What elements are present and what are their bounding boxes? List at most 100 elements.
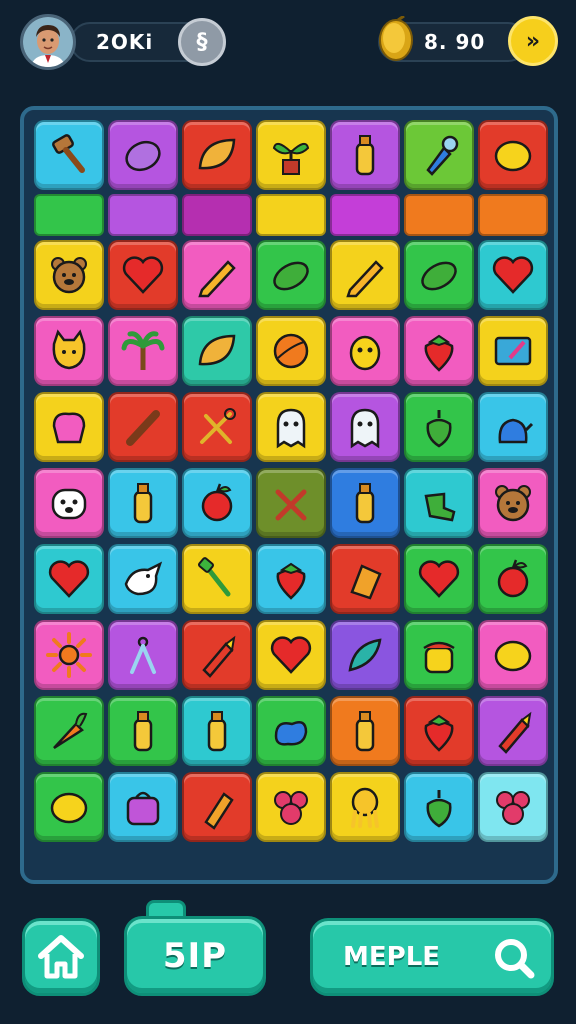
eggplant-icon: [125, 140, 161, 172]
apple-icon: [201, 483, 233, 522]
tile-strip: [108, 194, 178, 236]
brush-icon: [198, 557, 231, 597]
avatar[interactable]: [20, 14, 76, 70]
game-tile[interactable]: [108, 392, 178, 462]
game-tile[interactable]: [330, 772, 400, 842]
pot-icon: [423, 641, 455, 674]
game-tile[interactable]: [330, 392, 400, 462]
game-tile[interactable]: [182, 120, 252, 190]
game-tile[interactable]: [478, 468, 548, 538]
game-tile[interactable]: [404, 696, 474, 766]
game-tile[interactable]: [108, 240, 178, 310]
bottle-icon: [133, 711, 153, 752]
game-tile[interactable]: [108, 696, 178, 766]
game-tile[interactable]: [330, 620, 400, 690]
game-tile[interactable]: [182, 468, 252, 538]
game-tile[interactable]: [182, 240, 252, 310]
game-tile[interactable]: [256, 392, 326, 462]
lemon-icon: [494, 140, 532, 172]
game-tile[interactable]: [478, 392, 548, 462]
game-tile[interactable]: [182, 392, 252, 462]
ghost-icon: [276, 408, 306, 449]
yellow-badge-button[interactable]: »: [508, 16, 558, 66]
game-tile[interactable]: [182, 544, 252, 614]
game-tile[interactable]: [404, 392, 474, 462]
game-tile[interactable]: [256, 544, 326, 614]
game-tile[interactable]: [108, 620, 178, 690]
search-icon: [495, 939, 535, 979]
game-tile[interactable]: [108, 468, 178, 538]
game-tile[interactable]: [182, 772, 252, 842]
game-tile[interactable]: [34, 772, 104, 842]
avatar-face-icon: [23, 17, 73, 67]
game-tile[interactable]: [404, 620, 474, 690]
pickle-icon: [273, 261, 309, 291]
game-tile[interactable]: [256, 120, 326, 190]
hat-icon: [52, 412, 86, 444]
game-tile[interactable]: [256, 772, 326, 842]
game-tile[interactable]: [330, 468, 400, 538]
mid-button[interactable]: 5IP: [124, 916, 266, 996]
game-tile[interactable]: [330, 544, 400, 614]
tile-strip: [34, 194, 104, 236]
palm-icon: [121, 331, 165, 370]
game-tile[interactable]: [34, 120, 104, 190]
octopus-icon: [351, 787, 379, 828]
tile-strip: [404, 194, 474, 236]
game-tile[interactable]: [478, 620, 548, 690]
game-tile[interactable]: [256, 468, 326, 538]
hammer-icon: [52, 134, 85, 173]
game-tile[interactable]: [34, 392, 104, 462]
heart-icon: [492, 256, 534, 294]
game-tile[interactable]: [404, 544, 474, 614]
bear-icon: [495, 485, 531, 522]
game-tile[interactable]: [256, 316, 326, 386]
game-tile[interactable]: [404, 120, 474, 190]
face-icon: [349, 335, 381, 371]
ghost-icon: [350, 408, 380, 449]
game-tile[interactable]: [182, 696, 252, 766]
game-tile[interactable]: [182, 620, 252, 690]
game-tile[interactable]: [404, 316, 474, 386]
game-tile[interactable]: [330, 696, 400, 766]
game-tile[interactable]: [108, 120, 178, 190]
game-tile[interactable]: [404, 468, 474, 538]
cat-icon: [52, 329, 86, 370]
lemon-icon: [494, 640, 532, 672]
game-tile[interactable]: [330, 120, 400, 190]
grey-badge-button[interactable]: §: [178, 18, 226, 66]
leaf-icon: [198, 334, 236, 366]
game-tile[interactable]: [478, 240, 548, 310]
game-tile[interactable]: [34, 696, 104, 766]
game-tile[interactable]: [108, 316, 178, 386]
search-button[interactable]: MEPLE: [310, 918, 554, 996]
tools-icon: [200, 408, 236, 444]
game-tile[interactable]: [478, 120, 548, 190]
game-tile[interactable]: [34, 544, 104, 614]
game-tile[interactable]: [108, 544, 178, 614]
game-tile[interactable]: [34, 316, 104, 386]
game-tile[interactable]: [478, 316, 548, 386]
dog-icon: [51, 488, 87, 520]
scissors-icon: [275, 489, 307, 521]
heart-icon: [122, 256, 164, 294]
game-tile[interactable]: [182, 316, 252, 386]
game-tile[interactable]: [330, 316, 400, 386]
game-tile[interactable]: [34, 240, 104, 310]
sock-icon: [424, 492, 456, 522]
game-tile[interactable]: [404, 240, 474, 310]
game-tile[interactable]: [404, 772, 474, 842]
bottle-icon: [355, 135, 375, 176]
bear-icon: [51, 257, 87, 294]
game-tile[interactable]: [478, 544, 548, 614]
game-tile[interactable]: [256, 240, 326, 310]
game-tile[interactable]: [478, 772, 548, 842]
game-tile[interactable]: [34, 468, 104, 538]
game-tile[interactable]: [256, 620, 326, 690]
game-tile[interactable]: [256, 696, 326, 766]
game-tile[interactable]: [478, 696, 548, 766]
game-tile[interactable]: [330, 240, 400, 310]
game-tile[interactable]: [34, 620, 104, 690]
home-button[interactable]: [22, 918, 100, 996]
game-tile[interactable]: [108, 772, 178, 842]
